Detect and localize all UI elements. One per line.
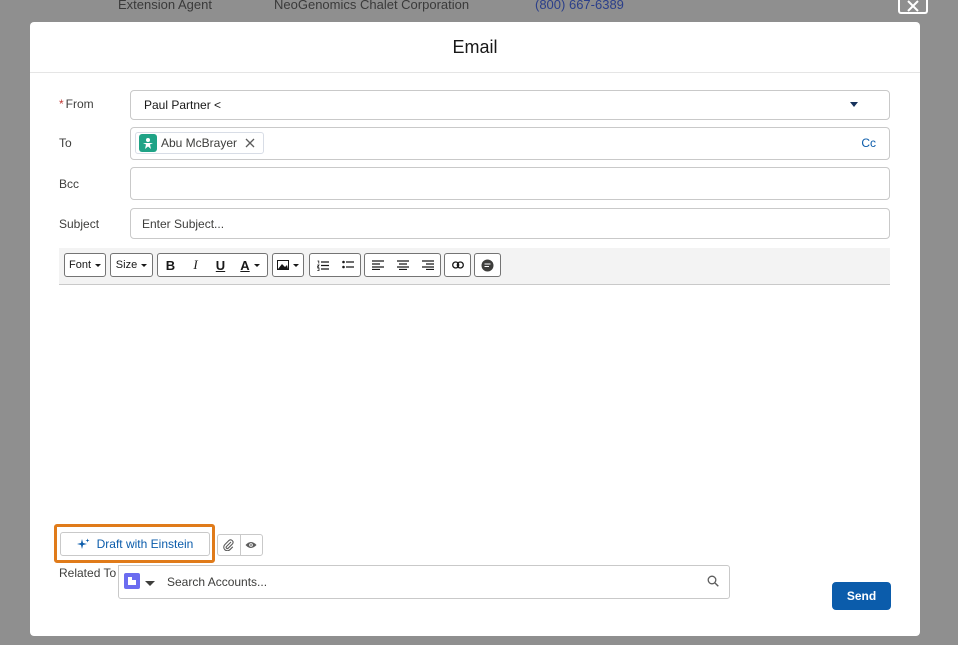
search-icon (707, 575, 719, 590)
chevron-down-icon (293, 263, 299, 267)
background-title: Extension Agent (118, 0, 212, 12)
attach-file-button[interactable] (218, 535, 240, 555)
rich-text-toolbar: Font Size B I U A (59, 248, 890, 285)
close-icon (907, 0, 919, 12)
background-company: NeoGenomics Chalet Corporation (274, 0, 470, 12)
eye-icon (245, 542, 257, 548)
paperclip-icon (223, 539, 234, 551)
align-group (364, 253, 441, 277)
to-label: To (59, 136, 72, 150)
size-label: Size (115, 259, 138, 271)
recipient-pill[interactable]: Abu McBrayer (135, 132, 265, 154)
related-to-search-input[interactable] (159, 566, 699, 598)
background-record-row: Extension Agent NeoGenomics Chalet Corpo… (0, 0, 958, 17)
italic-button[interactable]: I (183, 254, 208, 276)
format-group: B I U A (157, 253, 268, 277)
from-select[interactable]: Paul Partner < (130, 90, 890, 120)
send-button[interactable]: Send (832, 582, 891, 610)
subject-label: Subject (59, 217, 100, 231)
from-value: Paul Partner < (144, 98, 222, 112)
numbered-list-button[interactable] (310, 254, 335, 276)
required-marker: * (59, 97, 64, 111)
bulleted-list-button[interactable] (335, 254, 360, 276)
attachment-preview-group (217, 534, 263, 556)
modal-header: Email (30, 22, 920, 73)
chevron-down-icon[interactable] (145, 581, 155, 586)
draft-with-einstein-label: Draft with Einstein (96, 537, 194, 551)
preview-button[interactable] (239, 535, 263, 555)
numbered-list-icon (316, 260, 329, 271)
to-field[interactable]: Abu McBrayer Cc (130, 127, 890, 160)
subject-field (130, 208, 890, 239)
bcc-field[interactable] (130, 167, 890, 200)
insert-image-button[interactable] (272, 253, 304, 277)
size-dropdown[interactable]: Size (110, 253, 153, 277)
recipient-name: Abu McBrayer (161, 136, 238, 150)
related-to-label: Related To (59, 566, 117, 580)
list-group (309, 253, 361, 277)
bold-button[interactable]: B (158, 254, 183, 276)
remove-recipient-button[interactable] (245, 138, 255, 148)
email-modal: Email * From Paul Partner < To Abu McBray… (30, 22, 920, 636)
draft-with-einstein-button[interactable]: Draft with Einstein (60, 532, 210, 556)
chevron-down-icon (850, 102, 858, 107)
chevron-down-icon (253, 263, 260, 267)
size-dropdown-inner: Size (111, 254, 152, 276)
modal-title: Email (452, 36, 498, 57)
underline-button[interactable]: U (208, 254, 233, 276)
align-center-button[interactable] (390, 254, 415, 276)
link-icon (445, 254, 470, 276)
font-dropdown-inner: Font (65, 254, 105, 276)
chevron-down-icon (141, 263, 148, 267)
background-phone: (800) 667-6389 (535, 0, 624, 12)
text-color-label: A (240, 257, 250, 273)
account-icon[interactable] (124, 573, 140, 589)
from-label-text: From (65, 97, 94, 111)
bcc-label: Bcc (59, 177, 80, 191)
align-left-button[interactable] (365, 254, 390, 276)
close-icon (245, 138, 255, 148)
chevron-down-icon (95, 263, 101, 267)
quick-text-icon (475, 254, 500, 276)
align-right-icon (421, 260, 434, 270)
subject-input[interactable] (131, 209, 889, 238)
email-body-editor[interactable] (59, 285, 890, 515)
image-icon (273, 254, 303, 276)
insert-link-button[interactable] (444, 253, 471, 277)
bulleted-list-icon (341, 260, 354, 269)
align-left-icon (371, 260, 384, 270)
align-center-icon (396, 260, 409, 270)
font-label: Font (68, 259, 91, 271)
cc-link[interactable]: Cc (861, 136, 876, 150)
contact-icon (139, 134, 157, 152)
insert-quick-text-button[interactable] (474, 253, 501, 277)
align-right-button[interactable] (415, 254, 440, 276)
text-color-button[interactable]: A (233, 254, 267, 276)
sparkle-icon (76, 538, 90, 549)
related-to-lookup (118, 565, 730, 599)
modal-close-button[interactable] (898, 0, 928, 14)
from-label: * From (59, 97, 94, 111)
font-dropdown[interactable]: Font (64, 253, 106, 277)
